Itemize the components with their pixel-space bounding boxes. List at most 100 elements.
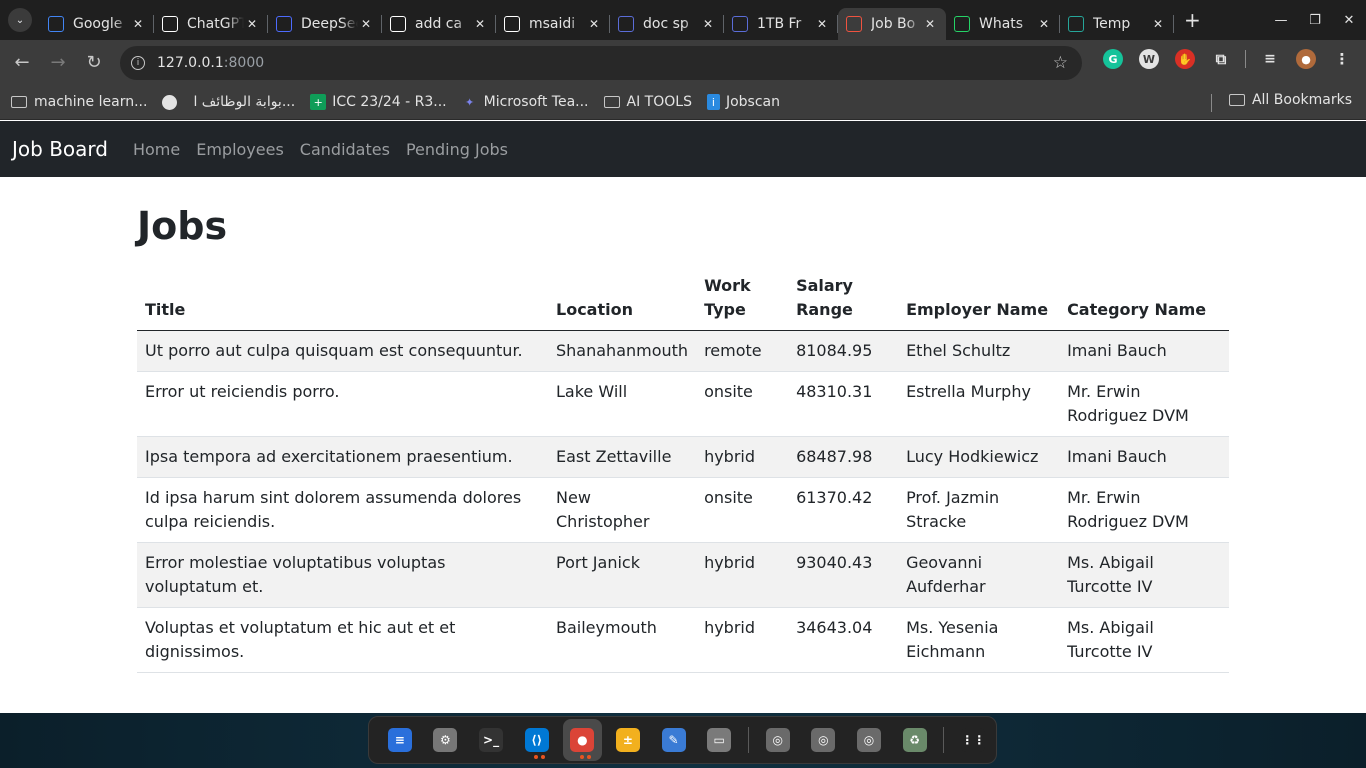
folder-icon [1228,94,1245,106]
table-row: Voluptas et voluptatum et hic aut et et … [137,607,1229,673]
bookmark-machine-learn[interactable]: machine learn... [11,94,147,110]
globe-icon [162,94,178,110]
cell-category-name: Imani Bauch [1059,330,1229,372]
tab-title: Job Bo [871,16,916,32]
nav-candidates[interactable]: Candidates [300,140,390,159]
browser-tab[interactable]: ChatGPT ✕ [154,8,268,40]
tab-title: doc sp [643,16,689,32]
address-bar[interactable]: i 127.0.0.1:8000 ☆ [120,46,1082,80]
maximize-icon[interactable]: ❐ [1298,13,1332,28]
nav-home[interactable]: Home [133,140,180,159]
tab-close-icon[interactable]: ✕ [1036,17,1052,31]
bookmark-job-portal[interactable]: بوابة الوظائف ا... [162,94,295,110]
cell-work-type: hybrid [696,542,789,608]
page-title: Jobs [137,204,228,248]
cell-employer-name: Lucy Hodkiewicz [898,436,1060,478]
table-row: Error molestiae voluptatibus voluptas vo… [137,542,1229,608]
cell-employer-name: Estrella Murphy [898,371,1060,437]
tab-close-icon[interactable]: ✕ [700,17,716,31]
browser-tab[interactable]: Job Bo ✕ [838,8,946,40]
tab-close-icon[interactable]: ✕ [358,17,374,31]
tab-search-chevron-icon[interactable]: ⌄ [8,8,32,32]
table-row: Id ipsa harum sint dolorem assumenda dol… [137,477,1229,543]
browser-tab[interactable]: Google ✕ [40,8,154,40]
close-window-icon[interactable]: ✕ [1332,13,1366,28]
tab-close-icon[interactable]: ✕ [814,17,830,31]
table-row: Error ut reiciendis porro. Lake Will onsit… [137,371,1229,437]
main-content: Jobs Title Location Work Type Salary Ran… [137,177,1229,673]
table-row: Ipsa tempora ad exercitationem praesenti… [137,436,1229,478]
dock-item[interactable]: >_ [471,719,511,761]
browser-tab[interactable]: Whats ✕ [946,8,1060,40]
cell-location: Lake Will [548,371,697,437]
dock-item[interactable]: ± [608,719,648,761]
notes-icon: ✎ [661,728,686,752]
tab-close-icon[interactable]: ✕ [130,17,146,31]
nav-pending-jobs[interactable]: Pending Jobs [406,140,508,159]
tab-close-icon[interactable]: ✕ [244,17,260,31]
bookmark-star-icon[interactable]: ☆ [1053,53,1068,73]
dock-item[interactable]: ⟨⟩ [517,719,557,761]
extensions-puzzle-icon[interactable]: ⧉ [1211,49,1231,69]
dock-item[interactable]: ⚙ [426,719,466,761]
browser-tab[interactable]: add ca ✕ [382,8,496,40]
dock-item[interactable]: ◎ [758,719,798,761]
nav-employees[interactable]: Employees [196,140,284,159]
tab-close-icon[interactable]: ✕ [472,17,488,31]
folder-icon [11,96,27,108]
menu-kebab-icon[interactable]: ⋮ [1332,49,1352,69]
dock-item[interactable]: ◎ [804,719,844,761]
google-docs-icon [48,16,64,32]
dock-item[interactable]: ♻ [895,719,935,761]
cell-category-name: Ms. Abigail Turcotte IV [1059,607,1229,673]
cell-salary: 68487.98 [788,436,899,478]
navbar-brand[interactable]: Job Board [12,137,108,161]
minimize-icon[interactable]: — [1264,13,1298,28]
reading-list-icon[interactable]: ≡ [1260,49,1280,69]
files-icon: ▭ [707,728,732,752]
reload-icon[interactable]: ↻ [76,45,112,81]
bookmark-microsoft-teams[interactable]: ✦ Microsoft Tea... [462,94,589,110]
disk-icon: ◎ [857,728,881,752]
tab-close-icon[interactable]: ✕ [1150,17,1166,31]
bookmark-label: بوابة الوظائف ا... [193,94,296,110]
all-bookmarks-button[interactable]: All Bookmarks [1228,92,1352,108]
browser-toolbar: ← → ↻ i 127.0.0.1:8000 ☆ G W ✋ ⧉ ≡ ● ⋮ [0,40,1366,85]
window-controls: — ❐ ✕ [1264,0,1366,40]
cell-work-type: onsite [696,477,789,543]
grammarly-icon[interactable]: G [1103,49,1123,69]
cell-salary: 81084.95 [788,330,899,372]
dock-item[interactable]: ≡ [380,719,420,761]
browser-tab[interactable]: DeepSeek✕ [268,8,382,40]
all-bookmarks-label: All Bookmarks [1251,92,1352,108]
cell-title: Ipsa tempora ad exercitationem praesenti… [137,436,548,478]
browser-tab[interactable]: Temp ✕ [1060,8,1174,40]
tab-close-icon[interactable]: ✕ [922,17,938,31]
github-icon [504,16,520,32]
disk-icon: ◎ [765,728,790,752]
browser-tab[interactable]: 1TB Fr ✕ [724,8,838,40]
dock-item[interactable]: ▭ [699,719,739,761]
browser-tab[interactable]: doc sp ✕ [610,8,724,40]
dock-item[interactable]: ● [562,719,603,761]
site-info-icon[interactable]: i [131,56,145,70]
bookmark-ai-tools[interactable]: AI TOOLS [603,94,692,110]
bookmark-jobscan[interactable]: i Jobscan [706,94,780,110]
chatgpt-icon [162,16,178,32]
tab-close-icon[interactable]: ✕ [586,17,602,31]
wordtune-icon[interactable]: W [1139,49,1159,69]
browser-tab[interactable]: msaidi ✕ [496,8,610,40]
forward-arrow-icon[interactable]: → [40,45,76,81]
dock-item[interactable]: ◎ [849,719,889,761]
column-header-location: Location [548,266,697,331]
back-arrow-icon[interactable]: ← [4,45,40,81]
column-header-category-name: Category Name [1059,266,1229,331]
dock-item[interactable]: ⋮⋮ [953,719,993,761]
profile-avatar[interactable]: ● [1296,49,1316,69]
cell-category-name: Imani Bauch [1059,436,1229,478]
dock-item[interactable]: ✎ [654,719,694,761]
bookmark-icc[interactable]: + ICC 23/24 - R3... [310,94,447,110]
new-tab-plus-icon[interactable]: + [1184,8,1201,32]
stop-hand-icon[interactable]: ✋ [1175,49,1195,69]
chrome-icon: ● [570,728,595,752]
